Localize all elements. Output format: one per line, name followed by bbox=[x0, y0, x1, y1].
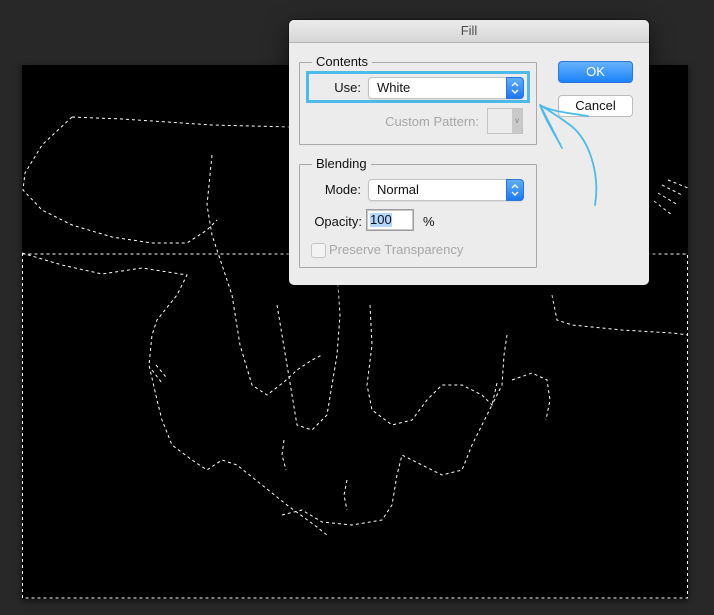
mode-label: Mode: bbox=[324, 182, 361, 197]
selection-outline-top-shape bbox=[22, 116, 293, 244]
selection-outline-column-2 bbox=[276, 284, 341, 431]
mode-dropdown-stepper[interactable] bbox=[506, 179, 524, 201]
preserve-transparency-label: Preserve Transparency bbox=[329, 242, 464, 257]
preserve-transparency-checkbox[interactable] bbox=[311, 243, 326, 258]
selection-outline-column-3 bbox=[366, 304, 508, 426]
chevron-down-icon: v bbox=[512, 109, 522, 133]
fill-dialog: Fill Contents Use: White Custom Pattern:… bbox=[289, 20, 649, 285]
opacity-input[interactable]: 100 bbox=[366, 209, 414, 231]
dialog-title: Fill bbox=[289, 20, 649, 43]
mode-dropdown-value: Normal bbox=[377, 182, 419, 197]
ok-button[interactable]: OK bbox=[558, 61, 633, 83]
selection-outline-bottom-shape bbox=[281, 382, 498, 526]
mode-dropdown[interactable]: Normal bbox=[368, 179, 524, 201]
selection-outline-hook bbox=[511, 372, 551, 421]
custom-pattern-label: Custom Pattern: bbox=[385, 114, 479, 129]
up-down-chevron-icon bbox=[511, 82, 519, 94]
selection-outline-mark bbox=[151, 364, 167, 384]
contents-group-title: Contents bbox=[312, 54, 373, 69]
use-dropdown-value: White bbox=[377, 80, 411, 95]
opacity-unit: % bbox=[423, 214, 435, 229]
cancel-button[interactable]: Cancel bbox=[558, 95, 633, 117]
opacity-label: Opacity: bbox=[314, 214, 362, 229]
canvas-selection-border bbox=[22, 253, 688, 599]
blending-group-title: Blending bbox=[312, 156, 371, 171]
selection-outline-right-hatch bbox=[653, 179, 688, 216]
selection-outline-left-shape bbox=[22, 252, 328, 536]
up-down-chevron-icon bbox=[511, 184, 519, 196]
selection-outline-right-shape bbox=[551, 294, 688, 336]
selection-outline-small-1 bbox=[343, 479, 348, 511]
use-dropdown[interactable]: White bbox=[368, 77, 524, 99]
custom-pattern-picker: v bbox=[487, 108, 523, 134]
selection-outline-small-2 bbox=[281, 439, 287, 471]
use-label: Use: bbox=[334, 80, 361, 95]
opacity-input-value: 100 bbox=[370, 212, 392, 227]
use-dropdown-stepper[interactable] bbox=[506, 77, 524, 99]
